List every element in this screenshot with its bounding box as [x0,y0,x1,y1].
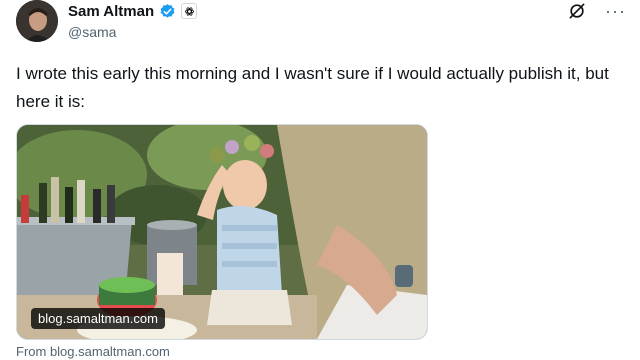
tweet-text: I wrote this early this morning and I wa… [16,64,609,111]
link-card-image[interactable]: blog.samaltman.com [16,124,428,340]
avatar-image [16,0,58,42]
link-domain-overlay: blog.samaltman.com [31,308,165,329]
link-source-label[interactable]: From blog.samaltman.com [16,344,170,359]
tweet-header: Sam Altman @sama [68,0,198,44]
openai-icon[interactable] [181,3,198,19]
grok-icon[interactable] [567,1,587,21]
avatar[interactable] [16,0,58,42]
author-name[interactable]: Sam Altman [68,3,154,20]
author-handle[interactable]: @sama [68,24,197,40]
more-icon[interactable]: ··· [605,2,626,20]
verified-badge-icon [159,3,176,20]
tweet-actions-top: ··· [567,0,626,22]
baby-photo [17,125,427,339]
